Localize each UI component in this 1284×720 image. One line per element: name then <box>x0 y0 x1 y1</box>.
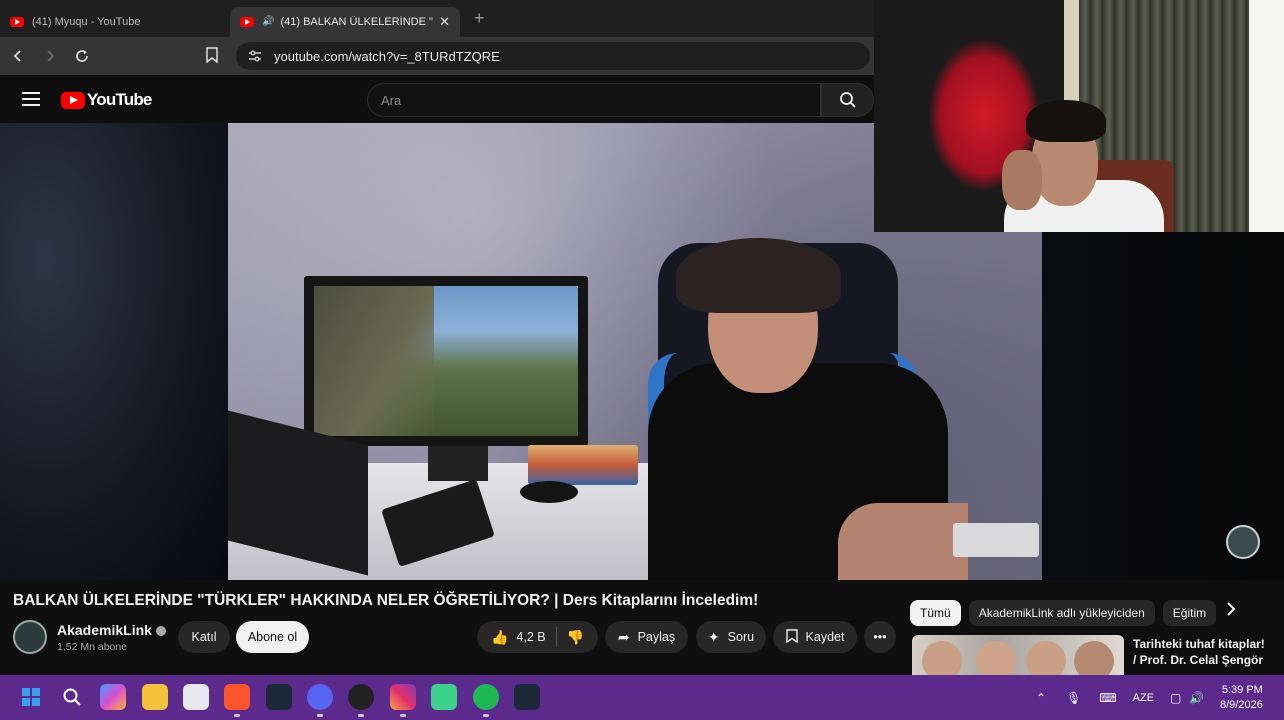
join-label: Katıl <box>191 630 217 644</box>
tab-title: (41) BALKAN ÜLKELERİNDE "T <box>280 15 434 28</box>
clock-time: 5:39 PM <box>1221 684 1263 696</box>
recommended-title-line: Tarihteki tuhaf kitaplar! <box>1133 637 1265 651</box>
sparkle-icon: ✦ <box>707 628 720 645</box>
recommended-thumbnail[interactable] <box>912 635 1124 675</box>
screen: (41) Myuqu - YouTube 🔊 (41) BALKAN ÜLKEL… <box>0 0 1284 720</box>
youtube-favicon-icon <box>240 16 254 27</box>
save-button[interactable]: Kaydet <box>773 621 857 653</box>
webcam-overlay <box>874 0 1284 232</box>
video-info: BALKAN ÜLKELERİNDE "TÜRKLER" HAKKINDA NE… <box>0 580 1284 675</box>
search-placeholder: Ara <box>381 92 402 108</box>
recommended-title[interactable]: Tarihteki tuhaf kitaplar! / Prof. Dr. Ce… <box>1133 636 1273 668</box>
keyboard-icon[interactable]: ⌨ <box>1099 691 1116 705</box>
youtube-favicon-icon <box>10 16 24 27</box>
channel-name[interactable]: AkademikLink <box>57 622 166 638</box>
ask-button[interactable]: ✦ Soru <box>696 621 766 653</box>
address-bar[interactable]: youtube.com/watch?v=_8TURdTZQRE <box>236 42 870 70</box>
forward-icon[interactable] <box>36 42 64 70</box>
reload-icon[interactable] <box>68 42 96 70</box>
steam-icon[interactable] <box>514 684 540 710</box>
monitor <box>304 276 588 446</box>
youtube-logo-text: YouTube <box>87 90 152 109</box>
join-button[interactable]: Katıl <box>178 621 230 653</box>
speaker-icon[interactable]: 🔊 <box>262 16 274 27</box>
recommended-title-line: / Prof. Dr. Celal Şengör <box>1133 653 1264 667</box>
search-icon <box>839 92 856 108</box>
tab-title: (41) Myuqu - YouTube <box>32 15 141 28</box>
url-text: youtube.com/watch?v=_8TURdTZQRE <box>274 48 500 64</box>
site-settings-icon[interactable] <box>248 49 262 63</box>
share-label: Paylaş <box>637 630 676 644</box>
ask-label: Soru <box>727 630 755 644</box>
save-label: Kaydet <box>805 630 845 644</box>
youtube-header: YouTube Ara <box>0 75 874 123</box>
clock[interactable]: 5:39 PM 8/9/2026 <box>1220 683 1263 713</box>
channel-watermark-icon[interactable] <box>1226 525 1260 559</box>
browser-tab-inactive[interactable]: (41) Myuqu - YouTube <box>0 7 230 37</box>
video-ambient-left <box>0 123 228 580</box>
discord-icon[interactable] <box>307 684 333 710</box>
new-tab-icon[interactable]: + <box>474 8 485 29</box>
more-actions-icon[interactable]: ••• <box>864 621 896 653</box>
language-indicator[interactable]: AZE <box>1133 692 1154 704</box>
spotify-icon[interactable] <box>473 684 499 710</box>
like-dislike-group: 👍 4,2 B 👎 <box>477 621 598 653</box>
browser-tab-strip: (41) Myuqu - YouTube 🔊 (41) BALKAN ÜLKEL… <box>0 0 874 37</box>
chip-all[interactable]: Tümü <box>910 600 961 626</box>
menu-icon[interactable] <box>22 92 40 106</box>
browser-toolbar: youtube.com/watch?v=_8TURdTZQRE <box>0 37 874 75</box>
verified-icon <box>155 626 166 637</box>
filter-chips: Tümü AkademikLink adlı yükleyiciden Eğit… <box>910 600 1224 626</box>
channel-avatar[interactable] <box>13 620 47 654</box>
system-tray: ⌃ 🎙 ⌨ AZE ▢ 🔊 <box>1036 675 1204 720</box>
bookmark-icon[interactable] <box>205 47 219 68</box>
like-icon[interactable]: 👍 <box>491 629 508 646</box>
volume-icon[interactable]: 🔊 <box>1189 691 1204 705</box>
share-button[interactable]: ➦ Paylaş <box>605 621 688 653</box>
chip-education[interactable]: Eğitim <box>1162 600 1217 626</box>
chip-from-uploader[interactable]: AkademikLink adlı yükleyiciden <box>968 600 1155 626</box>
subscribe-button[interactable]: Abone ol <box>236 621 309 653</box>
steam-icon[interactable] <box>266 684 292 710</box>
dislike-icon[interactable]: 👎 <box>567 629 584 646</box>
network-icon[interactable]: ▢ <box>1170 691 1181 705</box>
youtube-play-icon <box>61 91 85 109</box>
windows-taskbar: ⌃ 🎙 ⌨ AZE ▢ 🔊 5:39 PM 8/9/2026 <box>0 675 1284 720</box>
instagram-icon[interactable] <box>390 684 416 710</box>
copilot-icon[interactable] <box>100 684 126 710</box>
subscribe-label: Abone ol <box>247 630 298 644</box>
microsoft-store-icon[interactable] <box>183 684 209 710</box>
back-icon[interactable] <box>4 42 32 70</box>
search-button[interactable] <box>821 83 874 117</box>
share-icon: ➦ <box>617 628 630 645</box>
browser-tab-active[interactable]: 🔊 (41) BALKAN ÜLKELERİNDE "T ✕ <box>230 6 460 37</box>
file-explorer-icon[interactable] <box>142 684 168 710</box>
chevron-up-icon[interactable]: ⌃ <box>1036 691 1046 705</box>
like-count[interactable]: 4,2 B <box>516 630 545 644</box>
clock-date: 8/9/2026 <box>1220 699 1263 711</box>
youtube-logo[interactable]: YouTube <box>61 90 152 110</box>
chat-app-icon[interactable] <box>431 684 457 710</box>
brave-browser-icon[interactable] <box>224 684 250 710</box>
obs-studio-icon[interactable] <box>348 684 374 710</box>
save-icon <box>785 628 798 646</box>
video-title: BALKAN ÜLKELERİNDE "TÜRKLER" HAKKINDA NE… <box>13 592 759 609</box>
windows-start-icon[interactable] <box>18 684 44 710</box>
channel-name-text: AkademikLink <box>57 622 152 638</box>
close-tab-icon[interactable]: ✕ <box>439 14 450 30</box>
search-icon[interactable] <box>59 684 85 710</box>
subscriber-count: 1,52 Mn abone <box>57 641 128 653</box>
microphone-icon[interactable]: 🎙 <box>1066 691 1081 705</box>
chevron-right-icon[interactable] <box>1226 602 1236 621</box>
search-input[interactable]: Ara <box>367 83 821 117</box>
